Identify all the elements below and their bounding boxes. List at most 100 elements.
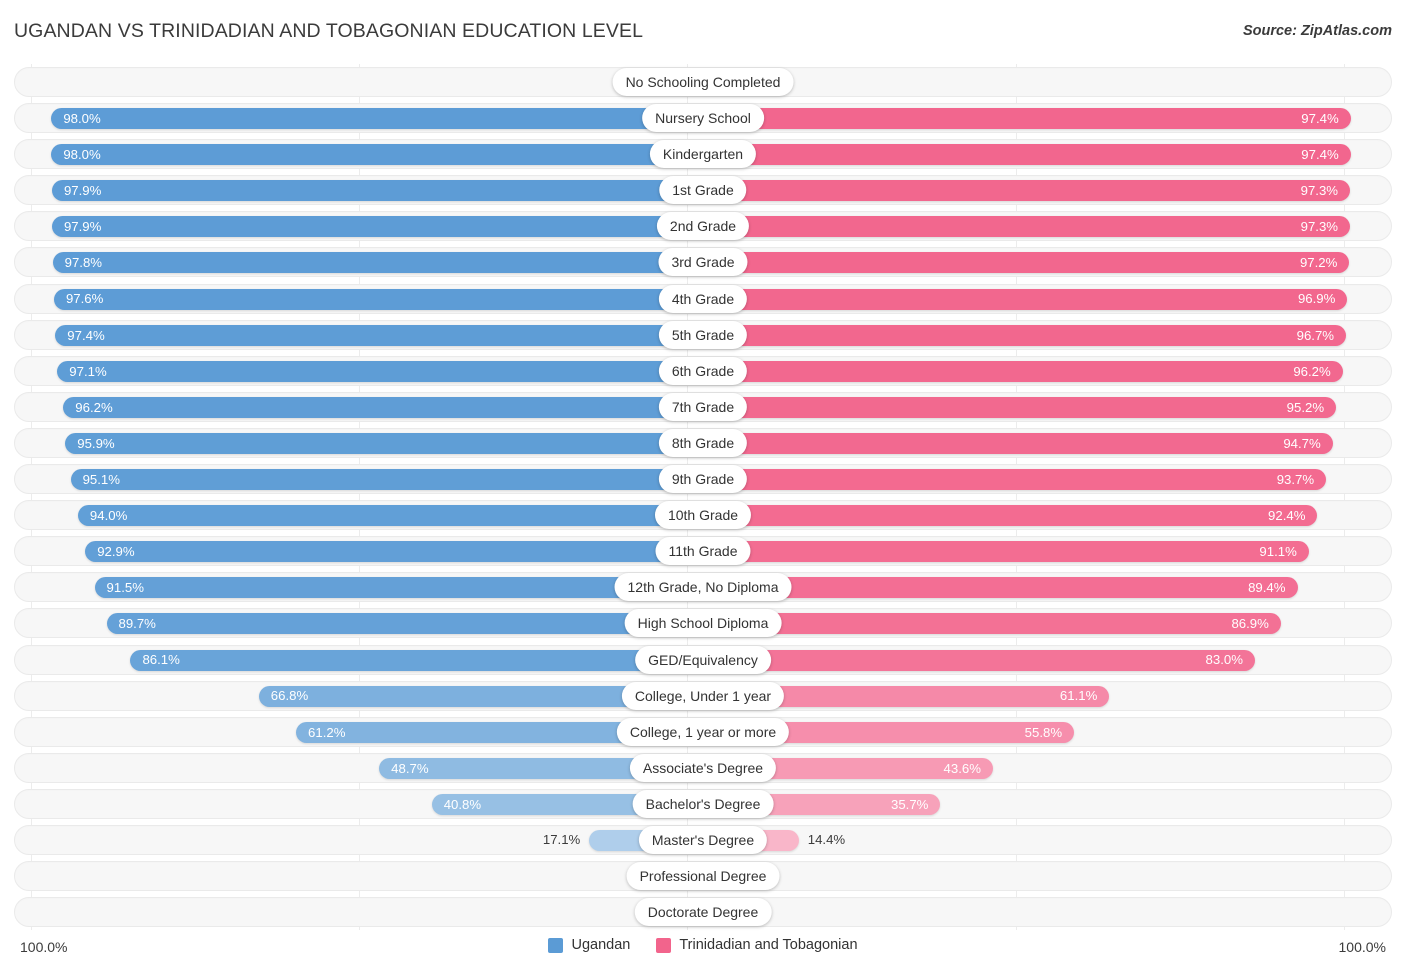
- value-label-trinidadian-and-tobagonian: 97.4%: [1301, 110, 1339, 126]
- value-label-trinidadian-and-tobagonian: 43.6%: [943, 760, 981, 776]
- chart-row: 86.1% 83.0% GED/Equivalency: [14, 642, 1392, 678]
- chart-root: UGANDAN VS TRINIDADIAN AND TOBAGONIAN ED…: [0, 0, 1406, 975]
- chart-row: 66.8% 61.1% College, Under 1 year: [14, 678, 1392, 714]
- chart-row: 97.6% 96.9% 4th Grade: [14, 281, 1392, 317]
- value-label-trinidadian-and-tobagonian: 93.7%: [1276, 471, 1315, 487]
- bar-ugandan[interactable]: 98.0%: [51, 108, 703, 130]
- bar-trinidadian-and-tobagonian[interactable]: 95.2%: [703, 396, 1337, 418]
- value-label-trinidadian-and-tobagonian: 97.3%: [1300, 183, 1339, 199]
- chart-row: 89.7% 86.9% High School Diploma: [14, 605, 1392, 641]
- chart-row: 95.1% 93.7% 9th Grade: [14, 461, 1392, 497]
- bar-trinidadian-and-tobagonian[interactable]: 97.3%: [703, 216, 1351, 238]
- bar-ugandan[interactable]: 86.1%: [130, 649, 703, 671]
- chart-row: 97.4% 96.7% 5th Grade: [14, 317, 1392, 353]
- bar-trinidadian-and-tobagonian[interactable]: 96.9%: [703, 288, 1348, 310]
- chart-plot-area: 2.0%2.6%No Schooling Completed 98.0% 97.4%…: [14, 64, 1392, 930]
- category-label: Kindergarten: [649, 140, 757, 169]
- category-label: 11th Grade: [655, 537, 751, 566]
- bar-ugandan[interactable]: 98.0%: [51, 144, 703, 166]
- page-title: UGANDAN VS TRINIDADIAN AND TOBAGONIAN ED…: [14, 20, 644, 42]
- legend-item-trinidadian-and-tobagonian[interactable]: Trinidadian and Tobagonian: [656, 937, 858, 953]
- value-label-ugandan: 48.7%: [391, 760, 429, 776]
- value-label-trinidadian-and-tobagonian: 14.4%: [807, 831, 846, 847]
- bar-ugandan[interactable]: 95.1%: [70, 469, 703, 491]
- bar-trinidadian-and-tobagonian[interactable]: 97.4%: [703, 108, 1351, 130]
- bar-trinidadian-and-tobagonian[interactable]: 96.2%: [703, 360, 1343, 382]
- bar-ugandan[interactable]: 97.6%: [53, 288, 703, 310]
- bar-ugandan[interactable]: 95.9%: [65, 432, 703, 454]
- bar-trinidadian-and-tobagonian[interactable]: 97.2%: [703, 252, 1350, 274]
- value-label-trinidadian-and-tobagonian: 86.9%: [1231, 616, 1269, 632]
- legend-swatch-icon: [548, 937, 564, 953]
- category-label: GED/Equivalency: [635, 645, 771, 674]
- bar-ugandan[interactable]: 97.9%: [51, 180, 703, 202]
- bar-trinidadian-and-tobagonian[interactable]: 97.4%: [703, 144, 1351, 166]
- category-label: High School Diploma: [624, 609, 782, 638]
- chart-row: 5.1%4.0%Professional Degree: [14, 858, 1392, 894]
- bar-ugandan[interactable]: 89.7%: [106, 613, 703, 635]
- bar-trinidadian-and-tobagonian[interactable]: 89.4%: [703, 577, 1298, 599]
- value-label-trinidadian-and-tobagonian: 97.4%: [1301, 147, 1339, 163]
- value-label-trinidadian-and-tobagonian: 94.7%: [1283, 435, 1321, 451]
- category-label: Doctorate Degree: [634, 898, 772, 927]
- bar-ugandan[interactable]: 97.4%: [55, 324, 703, 346]
- category-label: 7th Grade: [658, 392, 748, 421]
- bar-trinidadian-and-tobagonian[interactable]: 97.3%: [703, 180, 1351, 202]
- category-label: College, Under 1 year: [621, 681, 785, 710]
- bar-trinidadian-and-tobagonian[interactable]: 93.7%: [703, 469, 1327, 491]
- category-label: Bachelor's Degree: [632, 789, 774, 818]
- category-label: Professional Degree: [626, 862, 780, 891]
- bar-trinidadian-and-tobagonian[interactable]: 92.4%: [703, 505, 1318, 527]
- value-label-ugandan: 97.1%: [69, 363, 107, 379]
- legend-swatch-icon: [656, 937, 672, 953]
- bar-ugandan[interactable]: 91.5%: [94, 577, 703, 599]
- bar-ugandan[interactable]: 97.8%: [52, 252, 703, 274]
- value-label-ugandan: 17.1%: [542, 831, 581, 847]
- bar-ugandan[interactable]: 96.2%: [63, 396, 703, 418]
- category-label: 2nd Grade: [656, 212, 750, 241]
- value-label-ugandan: 98.0%: [63, 110, 101, 126]
- category-label: 1st Grade: [659, 176, 747, 205]
- bar-trinidadian-and-tobagonian[interactable]: 86.9%: [703, 613, 1281, 635]
- category-label: Master's Degree: [638, 825, 768, 854]
- value-label-ugandan: 96.2%: [75, 399, 113, 415]
- chart-legend: Ugandan Trinidadian and Tobagonian: [14, 937, 1392, 953]
- legend-item-ugandan[interactable]: Ugandan: [548, 937, 630, 953]
- chart-row: 17.1% 14.4% Master's Degree: [14, 822, 1392, 858]
- value-label-trinidadian-and-tobagonian: 96.7%: [1296, 327, 1335, 343]
- category-label: 8th Grade: [658, 428, 748, 457]
- bar-ugandan[interactable]: 97.1%: [57, 360, 703, 382]
- value-label-ugandan: 40.8%: [443, 796, 482, 812]
- category-label: 9th Grade: [658, 465, 748, 494]
- value-label-trinidadian-and-tobagonian: 35.7%: [890, 796, 929, 812]
- chart-row: 97.9% 97.3% 2nd Grade: [14, 208, 1392, 244]
- chart-row: 61.2% 55.8% College, 1 year or more: [14, 714, 1392, 750]
- value-label-ugandan: 95.9%: [77, 435, 115, 451]
- value-label-ugandan: 66.8%: [270, 688, 309, 704]
- legend-label: Trinidadian and Tobagonian: [679, 937, 858, 953]
- value-label-ugandan: 97.6%: [65, 291, 104, 307]
- value-label-ugandan: 61.2%: [308, 724, 346, 740]
- chart-row: 94.0% 92.4% 10th Grade: [14, 497, 1392, 533]
- category-label: 12th Grade, No Diploma: [614, 573, 792, 602]
- bar-trinidadian-and-tobagonian[interactable]: 94.7%: [703, 432, 1333, 454]
- bar-ugandan[interactable]: 94.0%: [77, 505, 703, 527]
- chart-row: 92.9% 91.1% 11th Grade: [14, 533, 1392, 569]
- category-label: 10th Grade: [654, 501, 752, 530]
- category-label: Associate's Degree: [629, 753, 777, 782]
- chart-row: 2.0%2.6%No Schooling Completed: [14, 64, 1392, 100]
- bar-trinidadian-and-tobagonian[interactable]: 91.1%: [703, 541, 1309, 563]
- chart-row: 91.5% 89.4% 12th Grade, No Diploma: [14, 569, 1392, 605]
- value-label-trinidadian-and-tobagonian: 96.9%: [1297, 291, 1336, 307]
- chart-row: 97.9% 97.3% 1st Grade: [14, 172, 1392, 208]
- bar-ugandan[interactable]: 92.9%: [85, 541, 703, 563]
- bar-trinidadian-and-tobagonian[interactable]: 83.0%: [703, 649, 1255, 671]
- value-label-ugandan: 92.9%: [97, 544, 135, 560]
- value-label-trinidadian-and-tobagonian: 55.8%: [1024, 724, 1063, 740]
- bar-ugandan[interactable]: 97.9%: [51, 216, 703, 238]
- category-label: 4th Grade: [658, 284, 748, 313]
- category-label: College, 1 year or more: [616, 717, 790, 746]
- value-label-trinidadian-and-tobagonian: 89.4%: [1248, 580, 1286, 596]
- value-label-ugandan: 97.9%: [63, 219, 102, 235]
- bar-trinidadian-and-tobagonian[interactable]: 96.7%: [703, 324, 1347, 346]
